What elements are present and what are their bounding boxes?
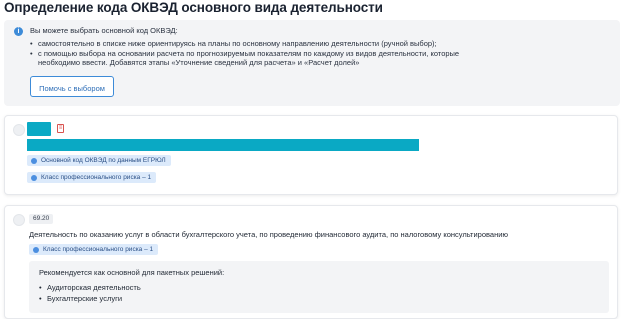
- recommendation-title: Рекомендуется как основной для пакетных …: [39, 268, 225, 277]
- info-list: самостоятельно в списке ниже ориентируяс…: [30, 39, 483, 68]
- risk-icon: [31, 174, 37, 181]
- select-radio[interactable]: [13, 214, 25, 226]
- okved-description: Деятельность по оказанию услуг в области…: [29, 230, 509, 239]
- okved-card-6920[interactable]: 69.20 Деятельность по оказанию услуг в о…: [4, 205, 618, 319]
- recommendation-item: Бухгалтерские услуги: [39, 293, 141, 304]
- main-code-badge: Основной код ОКВЭД по данным ЕГРЮЛ: [27, 155, 171, 166]
- document-icon[interactable]: ≡: [57, 124, 64, 133]
- badge-label: Класс профессионального риска – 1: [43, 246, 154, 253]
- recommendation-box: Рекомендуется как основной для пакетных …: [29, 261, 609, 313]
- redacted-description: [27, 139, 419, 151]
- info-list-item: с помощью выбора на основании расчета по…: [30, 49, 483, 68]
- info-icon: i: [14, 27, 23, 36]
- help-choose-button[interactable]: Помочь с выбором: [30, 76, 114, 97]
- info-lead-text: Вы можете выбрать основной код ОКВЭД:: [30, 26, 178, 35]
- badge-label: Класс профессионального риска – 1: [41, 174, 152, 181]
- recommendation-list: Аудиторская деятельность Бухгалтерские у…: [39, 282, 141, 304]
- risk-icon: [33, 246, 39, 253]
- risk-class-badge: Класс профессионального риска – 1: [29, 244, 159, 255]
- redacted-code: [27, 122, 51, 136]
- recommendation-item: Аудиторская деятельность: [39, 282, 141, 293]
- okved-card-egrul[interactable]: ≡ Основной код ОКВЭД по данным ЕГРЮЛ Кла…: [4, 115, 618, 195]
- select-radio[interactable]: [13, 124, 25, 136]
- badge-label: Основной код ОКВЭД по данным ЕГРЮЛ: [41, 157, 166, 164]
- okved-code: 69.20: [29, 214, 54, 224]
- page-title: Определение кода ОКВЭД основного вида де…: [4, 0, 383, 15]
- info-list-item: самостоятельно в списке ниже ориентируяс…: [30, 39, 483, 49]
- risk-class-badge: Класс профессионального риска – 1: [27, 172, 157, 183]
- check-icon: [31, 157, 37, 164]
- info-panel: i Вы можете выбрать основной код ОКВЭД: …: [4, 20, 620, 106]
